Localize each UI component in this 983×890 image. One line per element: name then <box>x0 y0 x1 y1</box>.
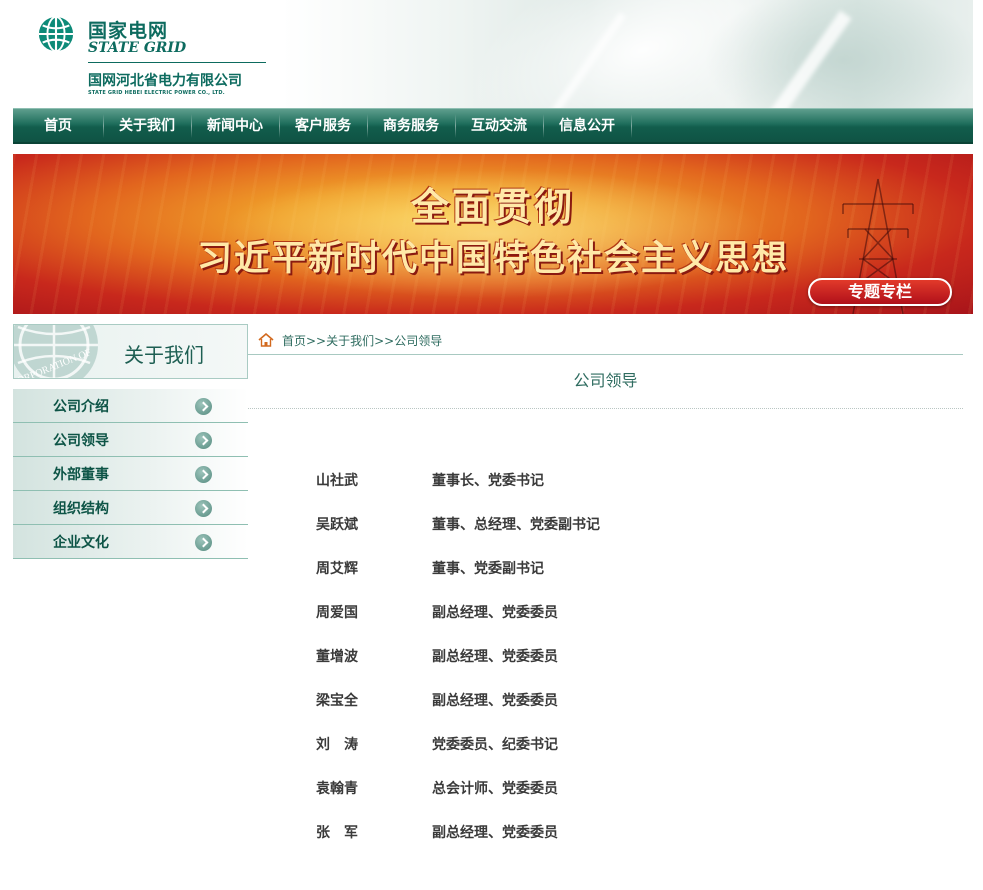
list-item: 梁宝全 副总经理、党委委员 <box>316 690 692 734</box>
nav-item-interaction[interactable]: 互动交流 <box>455 108 543 144</box>
leader-name: 山社武 <box>316 473 358 489</box>
sidebar-item-org-structure[interactable]: 组织结构 <box>13 491 248 525</box>
sidebar-menu: 公司介绍 公司领导 外部董事 组织结构 企业文化 <box>13 389 248 559</box>
promo-banner[interactable]: 全面贯彻 习近平新时代中国特色社会主义思想 专题专栏 <box>13 154 973 314</box>
leader-role: 副总经理、党委委员 <box>432 825 558 841</box>
leader-name: 周艾辉 <box>316 561 358 577</box>
leader-name: 梁宝全 <box>316 693 358 709</box>
list-item: 吴跃斌 董事、总经理、党委副书记 <box>316 514 692 558</box>
sidebar-item-external-directors[interactable]: 外部董事 <box>13 457 248 491</box>
leader-name: 吴跃斌 <box>316 517 358 533</box>
leader-role: 董事长、党委书记 <box>432 473 544 489</box>
company-name-cn: 国网河北省电力有限公司 <box>88 73 242 89</box>
site-header: 国家电网 STATE GRID 国网河北省电力有限公司 STATE GRID H… <box>13 0 973 108</box>
sidebar-item-label: 外部董事 <box>53 467 109 483</box>
leader-role: 董事、总经理、党委副书记 <box>432 517 600 533</box>
leader-role: 总会计师、党委委员 <box>432 781 558 797</box>
sidebar-item-label: 公司领导 <box>53 433 109 449</box>
leader-name: 周爱国 <box>316 605 358 621</box>
title-divider <box>248 408 963 409</box>
leader-role: 副总经理、党委委员 <box>432 693 558 709</box>
nav-item-about[interactable]: 关于我们 <box>103 108 191 144</box>
leader-role: 副总经理、党委委员 <box>432 649 558 665</box>
leader-name: 董增波 <box>316 649 358 665</box>
logo-text-en: STATE GRID <box>88 40 187 56</box>
page-title: 公司领导 <box>573 371 638 390</box>
company-name-en: STATE GRID HEBEI ELECTRIC POWER CO., LTD… <box>88 90 225 96</box>
leader-name: 刘 涛 <box>316 737 358 753</box>
leader-role: 副总经理、党委委员 <box>432 605 558 621</box>
leaders-list: 山社武 董事长、党委书记 吴跃斌 董事、总经理、党委副书记 周艾辉 董事、党委副… <box>316 470 692 866</box>
sidebar-item-label: 企业文化 <box>53 535 109 551</box>
breadcrumb-text[interactable]: 首页>>关于我们>>公司领导 <box>282 332 442 349</box>
chevron-right-icon <box>195 466 212 483</box>
chevron-right-icon <box>195 432 212 449</box>
chevron-right-icon <box>195 398 212 415</box>
home-icon[interactable] <box>258 333 274 347</box>
list-item: 袁翰青 总会计师、党委委员 <box>316 778 692 822</box>
breadcrumb: 首页>>关于我们>>公司领导 <box>258 331 442 349</box>
logo-divider <box>88 62 266 63</box>
nav-item-customer-service[interactable]: 客户服务 <box>279 108 367 144</box>
sidebar-item-label: 组织结构 <box>53 501 109 517</box>
logo-text-cn: 国家电网 <box>88 20 169 42</box>
nav-item-home[interactable]: 首页 <box>13 108 103 144</box>
list-item: 周艾辉 董事、党委副书记 <box>316 558 692 602</box>
nav-item-business-service[interactable]: 商务服务 <box>367 108 455 144</box>
sidebar-title-box: CORPORATION OF 关于我们 <box>13 324 248 379</box>
leader-name: 张 军 <box>316 825 358 841</box>
main-nav: 首页 关于我们 新闻中心 客户服务 商务服务 互动交流 信息公开 <box>13 108 973 144</box>
sidebar-item-corporate-culture[interactable]: 企业文化 <box>13 525 248 559</box>
list-item: 张 军 副总经理、党委委员 <box>316 822 692 866</box>
list-item: 刘 涛 党委委员、纪委书记 <box>316 734 692 778</box>
banner-subheadline: 习近平新时代中国特色社会主义思想 <box>196 238 789 279</box>
leader-role: 董事、党委副书记 <box>432 561 544 577</box>
chevron-right-icon <box>195 500 212 517</box>
list-item: 周爱国 副总经理、党委委员 <box>316 602 692 646</box>
special-topic-button[interactable]: 专题专栏 <box>808 278 952 306</box>
state-grid-logo-icon[interactable] <box>37 15 75 53</box>
sidebar-item-label: 公司介绍 <box>53 399 109 415</box>
globe-watermark-icon: CORPORATION OF <box>14 325 98 378</box>
sidebar-title: 关于我们 <box>124 343 204 367</box>
list-item: 董增波 副总经理、党委委员 <box>316 646 692 690</box>
leader-name: 袁翰青 <box>316 781 358 797</box>
nav-item-info-disclosure[interactable]: 信息公开 <box>543 108 631 144</box>
banner-headline: 全面贯彻 <box>410 184 575 229</box>
sidebar-item-company-intro[interactable]: 公司介绍 <box>13 389 248 423</box>
sidebar-item-company-leaders[interactable]: 公司领导 <box>13 423 248 457</box>
nav-filler <box>631 108 973 144</box>
chevron-right-icon <box>195 534 212 551</box>
leader-role: 党委委员、纪委书记 <box>432 737 558 753</box>
nav-item-news[interactable]: 新闻中心 <box>191 108 279 144</box>
list-item: 山社武 董事长、党委书记 <box>316 470 692 514</box>
breadcrumb-divider <box>248 354 963 355</box>
